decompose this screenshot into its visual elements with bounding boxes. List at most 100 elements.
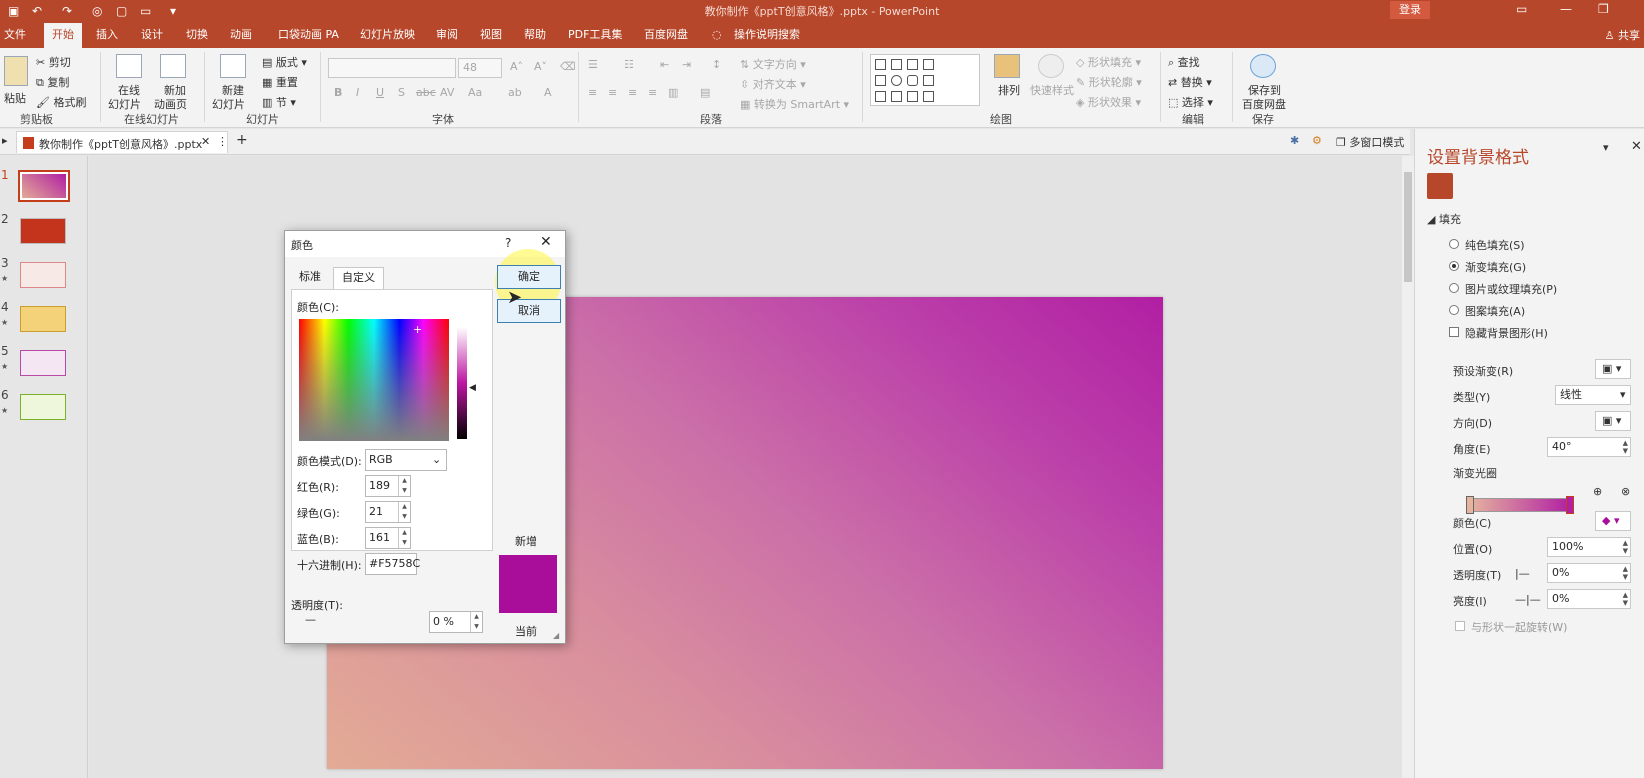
color-mode-select[interactable]: RGB ⌄ [365, 449, 447, 471]
shape-item[interactable] [875, 59, 886, 70]
cut-button[interactable]: ✂ 剪切 [36, 54, 71, 70]
font-name-combo[interactable] [328, 58, 456, 78]
online-slide-label-2[interactable]: 幻灯片 [108, 96, 141, 112]
share-button[interactable]: ♙ 共享 [1605, 27, 1640, 43]
shape-item[interactable] [907, 75, 918, 86]
shape-item[interactable] [891, 91, 902, 102]
close-icon[interactable]: ✕ [540, 234, 552, 250]
align-center-icon[interactable]: ≡ [608, 86, 617, 99]
select-button[interactable]: ⬚ 选择 ▾ [1168, 94, 1213, 110]
tab-slideshow[interactable]: 幻灯片放映 [360, 27, 415, 43]
tab-insert[interactable]: 插入 [96, 27, 118, 43]
help-button[interactable]: ? [505, 236, 511, 250]
font-color-icon[interactable]: A [544, 86, 552, 99]
pane-close-icon[interactable]: ✕ [1631, 139, 1642, 154]
align-left-icon[interactable]: ≡ [588, 86, 597, 99]
convert-smartart-button[interactable]: ▦ 转换为 SmartArt ▾ [740, 96, 849, 112]
tab-baidu-netdisk[interactable]: 百度网盘 [644, 27, 688, 43]
shape-item[interactable] [891, 75, 902, 86]
shadow-icon[interactable]: S [398, 86, 405, 99]
tab-help[interactable]: 帮助 [524, 27, 546, 43]
section-button[interactable]: ▥ 节 ▾ [262, 94, 296, 110]
login-button[interactable]: 登录 [1390, 1, 1430, 19]
change-case-icon[interactable]: Aa [468, 86, 482, 99]
slide-thumbnail-3[interactable] [20, 262, 66, 288]
shape-item[interactable] [907, 59, 918, 70]
direction-dropdown[interactable]: ▣ ▾ [1595, 411, 1631, 431]
spinner-icon[interactable]: ▲ ▼ [1623, 565, 1628, 581]
shape-item[interactable] [907, 91, 918, 102]
transparency-input[interactable]: 0% ▲ ▼ [1547, 563, 1631, 583]
add-stop-icon[interactable]: ⊕ [1593, 485, 1602, 498]
transparency-input[interactable]: 0 % ▲ ▼ [429, 611, 483, 633]
tell-me-search[interactable]: 操作说明搜索 [734, 27, 800, 43]
align-right-icon[interactable]: ≡ [628, 86, 637, 99]
tab-transitions[interactable]: 切换 [186, 27, 208, 43]
align-text-button[interactable]: ⇳ 对齐文本 ▾ [740, 76, 806, 92]
line-spacing-icon[interactable]: ↕ [712, 58, 721, 71]
slide-thumbnail-1[interactable] [18, 170, 70, 202]
ribbon-display-icon[interactable]: ▭ [1516, 2, 1527, 16]
numbering-icon[interactable]: ☷ [624, 58, 634, 71]
transparency-slider[interactable]: — [305, 613, 316, 626]
preset-gradient-dropdown[interactable]: ▣ ▾ [1595, 359, 1631, 379]
tab-home[interactable]: 开始 [44, 23, 82, 48]
gradient-stop-start[interactable] [1466, 496, 1474, 514]
solid-fill-radio[interactable] [1449, 239, 1459, 249]
italic-icon[interactable]: I [356, 86, 359, 99]
remove-stop-icon[interactable]: ⊗ [1621, 485, 1630, 498]
paste-icon[interactable] [4, 56, 28, 86]
spinner-icon[interactable]: ▲ ▼ [398, 502, 410, 522]
quick-styles-button[interactable]: 快速样式 [1030, 82, 1074, 98]
replace-button[interactable]: ⇄ 替换 ▾ [1168, 74, 1212, 90]
green-input[interactable]: 21 ▲ ▼ [365, 501, 411, 523]
copy-button[interactable]: ⧉ 复制 [36, 74, 69, 90]
tab-pocket-animation[interactable]: 口袋动画 PA [278, 27, 339, 43]
justify-icon[interactable]: ≡ [648, 86, 657, 99]
baidu-cloud-icon[interactable] [1250, 54, 1276, 78]
spinner-icon[interactable]: ▲ ▼ [398, 476, 410, 496]
bold-icon[interactable]: B [334, 86, 342, 99]
shape-outline-button[interactable]: ✎ 形状轮廓 ▾ [1076, 74, 1142, 90]
arrange-icon[interactable] [994, 54, 1020, 78]
blue-input[interactable]: 161 ▲ ▼ [365, 527, 411, 549]
scrollbar-thumb[interactable] [1404, 172, 1412, 282]
tab-custom[interactable]: 自定义 [333, 267, 384, 289]
gear-icon[interactable]: ⚙ [1312, 134, 1322, 147]
ok-button[interactable]: 确定 [497, 265, 561, 289]
position-input[interactable]: 100% ▲ ▼ [1547, 537, 1631, 557]
new-slide-label-2[interactable]: 幻灯片 [212, 96, 245, 112]
shape-item[interactable] [923, 75, 934, 86]
slide-thumbnail-5[interactable] [20, 350, 66, 376]
spacing-icon[interactable]: AV [440, 86, 454, 99]
spinner-icon[interactable]: ▲ ▼ [470, 612, 482, 632]
tab-pdf-tools[interactable]: PDF工具集 [568, 27, 622, 43]
layout-button[interactable]: ▤ 版式 ▾ [262, 54, 307, 70]
shape-item[interactable] [875, 75, 886, 86]
shape-effect-button[interactable]: ◈ 形状效果 ▾ [1076, 94, 1141, 110]
picture-fill-radio[interactable] [1449, 283, 1459, 293]
strikethrough-icon[interactable]: abc [416, 86, 436, 99]
highlight-icon[interactable]: ab [508, 86, 522, 99]
new-animation-label-2[interactable]: 动画页 [154, 96, 187, 112]
hex-input[interactable]: #F5758C [365, 553, 420, 575]
save-netdisk-label-2[interactable]: 百度网盘 [1242, 96, 1286, 112]
tab-design[interactable]: 设计 [141, 27, 163, 43]
tab-file[interactable]: 文件 [4, 27, 26, 43]
transparency-slider[interactable]: |— [1515, 567, 1530, 580]
luminance-pointer-icon[interactable]: ◀ [469, 383, 476, 393]
tab-view[interactable]: 视图 [480, 27, 502, 43]
minimize-icon[interactable]: — [1560, 2, 1572, 16]
shape-fill-button[interactable]: ◇ 形状填充 ▾ [1076, 54, 1141, 70]
underline-icon[interactable]: U [376, 86, 384, 99]
spinner-icon[interactable]: ▲ ▼ [398, 528, 410, 548]
font-size-combo[interactable]: 48 [458, 58, 502, 78]
type-dropdown[interactable]: 线性 ▾ [1555, 385, 1631, 405]
tab-standard[interactable]: 标准 [291, 267, 329, 289]
shape-item[interactable] [891, 59, 902, 70]
tab-settings-icon[interactable]: ✱ [1290, 134, 1299, 147]
quick-styles-icon[interactable] [1038, 54, 1064, 78]
increase-font-icon[interactable]: A˄ [510, 60, 523, 73]
pattern-fill-radio[interactable] [1449, 305, 1459, 315]
tab-options-icon[interactable]: ⋮ [217, 135, 228, 148]
